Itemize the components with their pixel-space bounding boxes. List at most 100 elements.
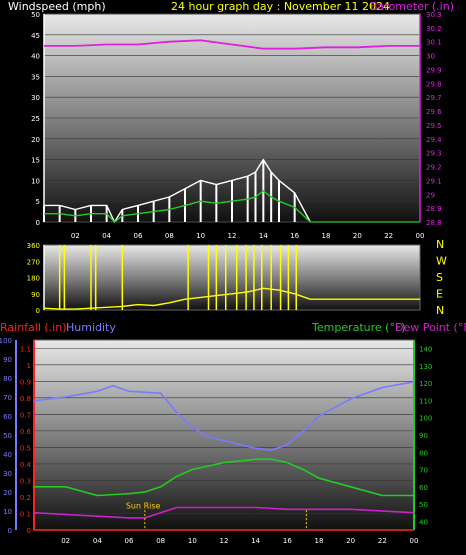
date-label: 24 hour graph day : November 11 2024 xyxy=(171,0,390,13)
humidity-y-tick-label: 60 xyxy=(3,413,12,421)
compass-label: S xyxy=(436,271,443,284)
wind-x-tick-label: 06 xyxy=(134,232,143,240)
lower-x-tick-label: 06 xyxy=(125,537,134,545)
humidity-y-tick-label: 20 xyxy=(3,489,12,497)
baro-y-tick-label: 29.2 xyxy=(426,164,442,172)
rainfall-y-tick-label: 0.2 xyxy=(20,494,31,502)
wind-x-tick-label: 22 xyxy=(384,232,393,240)
sunrise-annotation: Sun Rise xyxy=(126,502,161,511)
baro-y-tick-label: 30 xyxy=(426,53,435,61)
baro-y-tick-label: 29.9 xyxy=(426,66,442,74)
compass-label: N xyxy=(436,304,444,317)
lower-x-tick-label: 20 xyxy=(346,537,355,545)
baro-y-tick-label: 29.8 xyxy=(426,80,442,88)
direction-y-tick-label: 90 xyxy=(31,291,40,299)
baro-y-tick-label: 29.6 xyxy=(426,108,442,116)
baro-y-tick-label: 30.2 xyxy=(426,25,442,33)
wind-y-tick-label: 25 xyxy=(31,115,40,123)
rainfall-label: Rainfall (.in) xyxy=(0,321,67,334)
baro-y-tick-label: 29.3 xyxy=(426,150,442,158)
baro-y-tick-label: 28.9 xyxy=(426,205,442,213)
temperature-label: Temperature (°F) xyxy=(311,321,406,334)
lower-x-tick-label: 16 xyxy=(283,537,292,545)
direction-y-tick-label: 0 xyxy=(36,307,40,315)
wind-y-tick-label: 0 xyxy=(36,219,40,227)
wind-y-tick-label: 20 xyxy=(31,136,40,144)
temperature-y-tick-label: 90 xyxy=(419,432,428,440)
wind-x-tick-label: 16 xyxy=(290,232,299,240)
temperature-y-tick-label: 50 xyxy=(419,501,428,509)
baro-y-tick-label: 29 xyxy=(426,191,435,199)
baro-y-tick-label: 29.1 xyxy=(426,177,442,185)
lower-x-tick-label: 10 xyxy=(188,537,197,545)
wind-x-tick-label: 18 xyxy=(322,232,331,240)
windspeed-label: Windspeed (mph) xyxy=(8,0,106,13)
rainfall-y-tick-label: 0.8 xyxy=(20,395,31,403)
rainfall-y-tick-label: 0.4 xyxy=(20,461,32,469)
direction-y-tick-label: 360 xyxy=(27,242,40,250)
direction-y-tick-label: 270 xyxy=(27,258,40,266)
baro-y-tick-label: 29.4 xyxy=(426,136,442,144)
dewpoint-label: Dew Point (°F) xyxy=(395,321,466,334)
rainfall-y-tick-label: 0.1 xyxy=(20,510,31,518)
lower-x-tick-label: 12 xyxy=(220,537,229,545)
rainfall-y-tick-label: 0.3 xyxy=(20,477,31,485)
wind-x-tick-label: 00 xyxy=(416,232,425,240)
wind-x-tick-label: 10 xyxy=(196,232,205,240)
humidity-y-tick-label: 40 xyxy=(3,451,12,459)
compass-label: N xyxy=(436,238,444,251)
wind-y-tick-label: 30 xyxy=(31,94,40,102)
wind-x-tick-label: 12 xyxy=(228,232,237,240)
rainfall-y-tick-label: 0 xyxy=(27,527,31,535)
lower-x-tick-label: 08 xyxy=(156,537,165,545)
rainfall-y-tick-label: 0.6 xyxy=(20,428,32,436)
humidity-label: Humidity xyxy=(66,321,116,334)
temperature-y-tick-label: 40 xyxy=(419,518,428,526)
wind-y-tick-label: 5 xyxy=(36,198,40,206)
wind-y-tick-label: 15 xyxy=(31,157,40,165)
humidity-y-tick-label: 30 xyxy=(3,470,12,478)
temperature-y-tick-label: 80 xyxy=(419,449,428,457)
temperature-y-tick-label: 130 xyxy=(419,363,432,371)
baro-y-tick-label: 28.8 xyxy=(426,219,442,227)
compass-label: E xyxy=(436,288,443,301)
humidity-y-tick-label: 50 xyxy=(3,432,12,440)
wind-y-tick-label: 35 xyxy=(31,73,40,81)
rainfall-y-tick-label: 0.5 xyxy=(20,444,31,452)
lower-x-tick-label: 22 xyxy=(378,537,387,545)
baro-y-tick-label: 29.7 xyxy=(426,94,442,102)
wind-x-tick-label: 20 xyxy=(353,232,362,240)
compass-label: W xyxy=(436,255,447,268)
baro-y-tick-label: 30.3 xyxy=(426,11,442,19)
temperature-y-tick-label: 120 xyxy=(419,380,432,388)
direction-panel xyxy=(43,244,421,311)
wind-x-tick-label: 04 xyxy=(102,232,111,240)
humidity-y-tick-label: 80 xyxy=(3,375,12,383)
wind-y-tick-label: 50 xyxy=(31,11,40,19)
wind-x-tick-label: 08 xyxy=(165,232,174,240)
baro-y-tick-label: 29.5 xyxy=(426,122,442,130)
humidity-y-tick-label: 0 xyxy=(8,527,12,535)
weather-chart: Windspeed (mph) 24 hour graph day : Nove… xyxy=(0,0,466,545)
lower-x-tick-label: 18 xyxy=(315,537,324,545)
lower-x-tick-label: 04 xyxy=(93,537,102,545)
temperature-y-tick-label: 60 xyxy=(419,484,428,492)
humidity-y-tick-label: 10 xyxy=(3,508,12,516)
wind-y-tick-label: 10 xyxy=(31,177,40,185)
rainfall-y-tick-label: 0.7 xyxy=(20,411,31,419)
baro-y-tick-label: 30.1 xyxy=(426,39,442,47)
temperature-y-tick-label: 100 xyxy=(419,415,432,423)
direction-y-tick-label: 180 xyxy=(27,275,40,283)
lower-x-tick-label: 14 xyxy=(251,537,260,545)
humidity-y-tick-label: 70 xyxy=(3,394,12,402)
temperature-y-tick-label: 70 xyxy=(419,467,428,475)
lower-x-tick-label: 02 xyxy=(61,537,70,545)
lower-panel xyxy=(33,339,415,531)
temperature-y-tick-label: 110 xyxy=(419,397,432,405)
temperature-y-tick-label: 140 xyxy=(419,346,432,354)
wind-y-tick-label: 45 xyxy=(31,32,40,40)
rainfall-y-tick-label: 1.1 xyxy=(20,345,31,353)
lower-x-tick-label: 00 xyxy=(410,537,419,545)
rainfall-y-tick-label: 1 xyxy=(27,362,31,370)
humidity-y-tick-label: 90 xyxy=(3,356,12,364)
